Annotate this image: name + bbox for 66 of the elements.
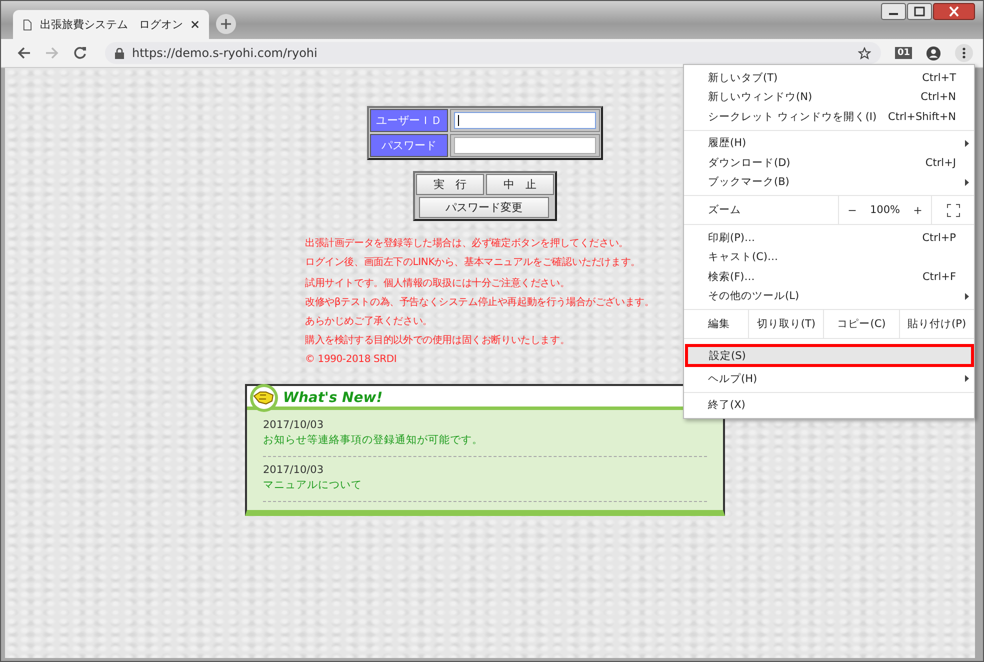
menu-item[interactable]: ヘルプ(H)	[684, 369, 974, 388]
menu-item[interactable]: キャスト(C)…	[684, 248, 974, 267]
reload-icon[interactable]	[73, 46, 87, 60]
news-date: 2017/10/03	[263, 418, 325, 433]
maximize-icon[interactable]	[907, 3, 932, 20]
menu-item[interactable]: 印刷(P)… Ctrl+P	[684, 228, 974, 248]
execute-button[interactable]: 実 行	[416, 174, 484, 195]
menu-item[interactable]: 履歴(H)	[684, 134, 974, 153]
notice-text: 出張計画データを登録等した場合は、必ず確定ボタンを押してください。	[305, 236, 630, 251]
notice-text: ログイン後、画面左下のLINKから、基本マニュアルをご確認いただけます。	[305, 256, 642, 270]
menu-item[interactable]: その他のツール(L)	[684, 286, 974, 306]
address-bar[interactable]: https://demo.s-ryohi.com/ryohi	[105, 42, 882, 64]
zoom-out-button[interactable]: −	[844, 204, 861, 216]
browser-tab[interactable]: 出張旅費システム ログオン	[13, 10, 209, 39]
field-label: パスワード	[370, 134, 448, 157]
menu-item[interactable]: シークレット ウィンドウを開く(I) Ctrl+Shift+N	[684, 107, 974, 126]
back-icon[interactable]	[17, 46, 31, 60]
shortcut-label: Ctrl+J	[925, 156, 956, 169]
menu-item[interactable]: 終了(X)	[684, 396, 974, 415]
profile-icon[interactable]	[926, 46, 941, 60]
zoom-in-button[interactable]: +	[909, 204, 926, 216]
notice-text: 改修やβテストの為、予告なくシステム停止や再起動を行う場合がございます。	[305, 296, 656, 310]
submenu-arrow-icon	[965, 375, 969, 382]
menu-item[interactable]: 設定(S)	[685, 344, 974, 367]
notice-text: 試用サイトです。個人情報の取扱には十分ご注意ください。	[305, 276, 571, 291]
notice-text: 購入を検討する目的以外での使用は固くお断りいたします。	[305, 334, 571, 348]
submenu-arrow-icon	[965, 178, 969, 186]
fullscreen-icon[interactable]	[946, 204, 960, 216]
submenu-arrow-icon	[965, 140, 969, 147]
menu-button[interactable]	[955, 44, 973, 62]
menu-icon	[962, 47, 966, 59]
page-icon	[23, 18, 32, 30]
input-field[interactable]	[454, 137, 596, 154]
lock-icon	[115, 48, 124, 58]
whats-new-title: What's New!	[283, 390, 383, 406]
edit-label: 編集	[707, 317, 731, 332]
edit-button[interactable]: 貼り付け(P)	[898, 310, 974, 338]
notice-text: © 1990-2018 SRDI	[305, 353, 398, 367]
close-icon[interactable]	[190, 20, 199, 29]
new-tab-icon[interactable]	[215, 13, 237, 35]
submenu-arrow-icon	[965, 292, 969, 300]
shortcut-label: Ctrl+F	[922, 270, 956, 283]
edit-button[interactable]: コピー(C)	[823, 310, 899, 338]
cancel-button[interactable]: 中 止	[486, 174, 554, 195]
change-password-button[interactable]: パスワード変更	[419, 197, 549, 218]
shortcut-label: Ctrl+Shift+N	[888, 110, 956, 123]
zoom-label: ズーム	[707, 203, 742, 218]
extension-badge[interactable]: 01	[895, 47, 912, 59]
tab-title: 出張旅費システム ログオン	[40, 17, 183, 32]
minimize-icon[interactable]	[881, 3, 906, 20]
input-field[interactable]	[454, 112, 596, 129]
menu-item[interactable]: 新しいタブ(T) Ctrl+T	[684, 68, 974, 88]
close-icon[interactable]	[933, 3, 975, 20]
menu-item[interactable]: 検索(F)… Ctrl+F	[684, 267, 974, 286]
menu-item[interactable]: 新しいウィンドウ(N) Ctrl+N	[684, 88, 974, 107]
menu-item[interactable]: ダウンロード(D) Ctrl+J	[684, 153, 974, 172]
edit-button[interactable]: 切り取り(T)	[748, 310, 824, 338]
shortcut-label: Ctrl+T	[922, 72, 956, 84]
shortcut-label: Ctrl+N	[920, 91, 956, 104]
menu-item[interactable]: ブックマーク(B)	[684, 172, 974, 192]
news-date: 2017/10/03	[263, 463, 325, 478]
field-label: ユーザーＩＤ	[370, 109, 448, 132]
zoom-value: 100%	[870, 204, 900, 216]
notice-text: あらかじめご了承ください。	[305, 315, 434, 329]
star-icon[interactable]	[858, 46, 872, 60]
shortcut-label: Ctrl+P	[922, 232, 956, 244]
